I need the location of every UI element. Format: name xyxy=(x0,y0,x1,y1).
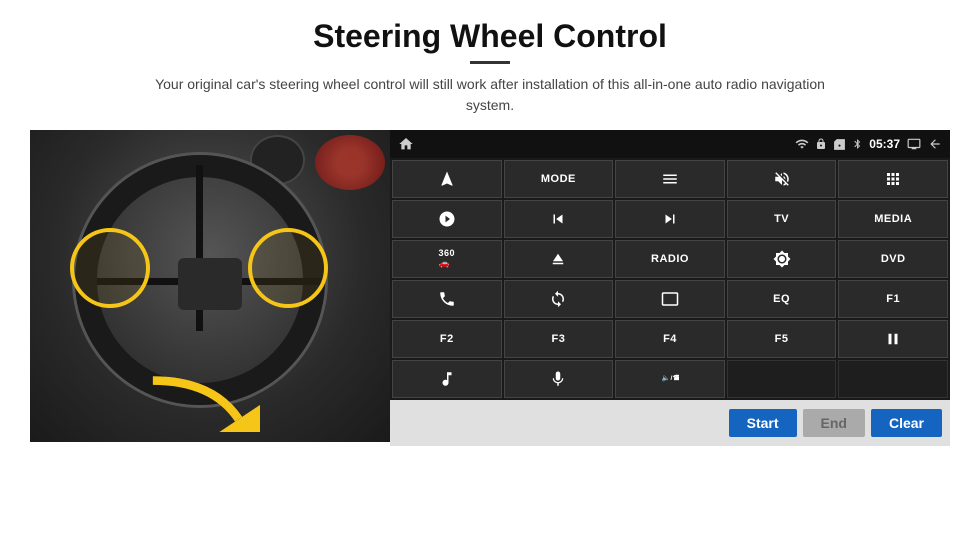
status-bar-left xyxy=(398,136,414,152)
dvd-button[interactable]: DVD xyxy=(838,240,948,278)
prev-track-button[interactable] xyxy=(504,200,614,238)
circle-right-highlight xyxy=(248,228,328,308)
next-track-button[interactable] xyxy=(615,200,725,238)
control-panel: 05:37 MODE xyxy=(390,130,950,446)
phone-icon xyxy=(438,290,456,308)
screen-icon xyxy=(906,137,922,151)
music-button[interactable] xyxy=(392,360,502,398)
apps-button[interactable] xyxy=(838,160,948,198)
360cam-button[interactable]: 360🚗 xyxy=(392,240,502,278)
settings-icon xyxy=(438,210,456,228)
mode-button[interactable]: MODE xyxy=(504,160,614,198)
status-bar: 05:37 xyxy=(390,130,950,158)
title-divider xyxy=(470,61,510,64)
home-icon xyxy=(398,136,414,152)
lock-icon xyxy=(815,138,827,150)
arrow-icon xyxy=(140,372,260,432)
eject-button[interactable] xyxy=(504,240,614,278)
window-icon xyxy=(661,290,679,308)
next-track-icon xyxy=(661,210,679,228)
media-button[interactable]: MEDIA xyxy=(838,200,948,238)
swirl-icon xyxy=(549,290,567,308)
eject-icon xyxy=(549,250,567,268)
clear-button[interactable]: Clear xyxy=(871,409,942,437)
eq-button[interactable]: EQ xyxy=(727,280,837,318)
content-row: 05:37 MODE xyxy=(30,130,950,446)
end-button[interactable]: End xyxy=(803,409,865,437)
empty-btn-2 xyxy=(838,360,948,398)
action-bar: Start End Clear xyxy=(390,400,950,446)
wifi-icon xyxy=(795,137,809,151)
start-button[interactable]: Start xyxy=(729,409,797,437)
list-icon xyxy=(661,170,679,188)
play-pause-button[interactable] xyxy=(838,320,948,358)
brightness-icon xyxy=(773,250,791,268)
f4-button[interactable]: F4 xyxy=(615,320,725,358)
nav-arrow-icon xyxy=(438,170,456,188)
nav-arrow-button[interactable] xyxy=(392,160,502,198)
music-icon xyxy=(438,370,456,388)
mute-icon xyxy=(773,170,791,188)
f2-button[interactable]: F2 xyxy=(392,320,502,358)
vol-phone-icon: 🔈/☎ xyxy=(661,370,679,388)
empty-btn-1 xyxy=(727,360,837,398)
swirl-button[interactable] xyxy=(504,280,614,318)
svg-text:🔈/☎: 🔈/☎ xyxy=(662,374,679,382)
steering-wheel-image xyxy=(30,130,390,442)
f3-button[interactable]: F3 xyxy=(504,320,614,358)
f5-button[interactable]: F5 xyxy=(727,320,837,358)
radio-button[interactable]: RADIO xyxy=(615,240,725,278)
play-pause-icon xyxy=(884,330,902,348)
button-grid: MODE xyxy=(390,158,950,400)
back-icon xyxy=(928,137,942,151)
sim-icon xyxy=(833,138,846,151)
list-button[interactable] xyxy=(615,160,725,198)
circle-left-highlight xyxy=(70,228,150,308)
microphone-icon xyxy=(549,370,567,388)
status-time: 05:37 xyxy=(869,137,900,151)
mute-button[interactable] xyxy=(727,160,837,198)
vol-phone-button[interactable]: 🔈/☎ xyxy=(615,360,725,398)
microphone-button[interactable] xyxy=(504,360,614,398)
tv-button[interactable]: TV xyxy=(727,200,837,238)
window-button[interactable] xyxy=(615,280,725,318)
status-bar-right: 05:37 xyxy=(795,137,942,151)
bluetooth-icon xyxy=(852,137,863,151)
apps-icon xyxy=(884,170,902,188)
prev-track-icon xyxy=(549,210,567,228)
page-title: Steering Wheel Control xyxy=(313,18,667,55)
phone-button[interactable] xyxy=(392,280,502,318)
page-subtitle: Your original car's steering wheel contr… xyxy=(140,74,840,116)
settings-button[interactable] xyxy=(392,200,502,238)
f1-button[interactable]: F1 xyxy=(838,280,948,318)
brightness-button[interactable] xyxy=(727,240,837,278)
